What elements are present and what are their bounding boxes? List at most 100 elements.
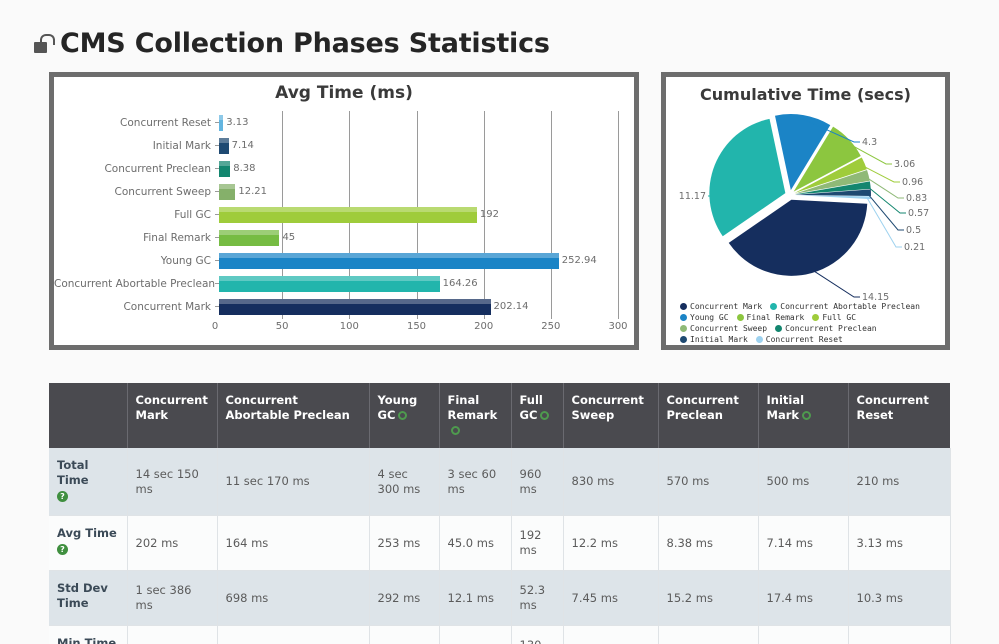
table-row-label: Total Time? — [49, 448, 128, 516]
table-header-cell[interactable]: Concurrent Abortable Preclean — [217, 383, 370, 448]
pie-leader-line — [810, 268, 860, 298]
legend-color-dot — [680, 336, 687, 343]
bar-category-label: Full GC — [174, 208, 211, 221]
legend-color-dot — [770, 303, 778, 310]
legend-line: Concurrent Sweep Concurrent Preclean — [680, 323, 942, 334]
bar[interactable] — [219, 275, 440, 292]
legend-item[interactable]: Young GC — [680, 312, 729, 323]
legend-label: Concurrent Sweep — [690, 324, 768, 333]
pie-leader-line — [866, 197, 902, 248]
bar-chart-row: Concurrent Sweep 12.21 — [54, 180, 634, 203]
bar-chart-row: Concurrent Reset 3.13 — [54, 111, 634, 134]
table-cell: 15.2 ms — [658, 570, 759, 626]
bar-category-label: Concurrent Abortable Preclean — [54, 277, 216, 290]
table-cell: 11 sec 170 ms — [217, 448, 370, 516]
legend-label: Concurrent Mark — [690, 302, 763, 311]
unlock-icon[interactable] — [34, 33, 55, 54]
page-root: CMS Collection Phases Statistics Avg Tim… — [0, 0, 999, 644]
legend-color-dot — [680, 314, 687, 321]
table-header-cell[interactable]: Concurrent Reset — [848, 383, 950, 448]
table-cell: 698 ms — [217, 570, 370, 626]
table-header-corner[interactable] — [49, 383, 128, 448]
bar[interactable] — [219, 160, 231, 177]
legend-item[interactable]: Full GC — [812, 312, 856, 323]
row-label-text: Total Time — [57, 458, 89, 487]
bar[interactable] — [219, 206, 477, 223]
table-header-cell[interactable]: Full GC — [511, 383, 564, 448]
bar-chart-row: Young GC 252.94 — [54, 249, 634, 272]
legend-label: Initial Mark — [690, 335, 748, 344]
table-header-label: Young GC — [377, 393, 418, 422]
table-cell: 960 ms — [511, 448, 564, 516]
pie-chart-title: Cumulative Time (secs) — [700, 85, 911, 104]
bar-chart-rows: Concurrent Reset 3.13 Initial Mark 7.14 Conc… — [54, 111, 634, 319]
legend-item[interactable]: Concurrent Sweep — [680, 323, 767, 334]
legend-item[interactable]: Initial Mark — [680, 334, 748, 345]
table-header-label: Final Remark — [447, 393, 498, 422]
table-row: Avg Time? 202 ms 164 ms 253 ms 45.0 ms 192 ms… — [49, 515, 951, 571]
legend-item[interactable]: Concurrent Reset — [755, 334, 843, 345]
legend-color-dot — [680, 303, 687, 310]
legend-item[interactable]: Final Remark — [736, 312, 804, 323]
bar-chart-x-axis: 0 50 100 150 200 250 300 — [212, 319, 628, 337]
x-axis-tick-label: 250 — [541, 321, 561, 332]
legend-color-dot — [736, 314, 744, 321]
bar-track: 202.14 — [219, 295, 634, 318]
table-row-label: Min Time? — [49, 625, 128, 644]
table-cell: 52.3 ms — [511, 570, 564, 626]
page-title: CMS Collection Phases Statistics — [60, 28, 550, 59]
table-header-cell[interactable]: Concurrent Preclean — [658, 383, 759, 448]
legend-color-dot — [812, 314, 820, 321]
bar[interactable] — [219, 137, 229, 154]
legend-label: Young GC — [690, 313, 729, 322]
bar[interactable] — [219, 298, 491, 315]
bar-chart-row: Concurrent Mark 202.14 — [54, 295, 634, 318]
stop-the-world-indicator-icon — [802, 411, 812, 420]
table-cell: 500 ms — [758, 448, 849, 516]
bar[interactable] — [219, 252, 559, 269]
pie-value-label: 0.57 — [908, 208, 929, 219]
bar-chart-row: Full GC 192 — [54, 203, 634, 226]
bar-category-label: Final Remark — [143, 231, 211, 244]
table-cell: 0 — [658, 625, 759, 644]
bar[interactable] — [219, 229, 280, 246]
bar-chart-row: Concurrent Preclean 8.38 — [54, 157, 634, 180]
bar-chart-row: Concurrent Abortable Preclean 164.26 — [54, 272, 634, 295]
table-header-cell[interactable]: Initial Mark — [758, 383, 849, 448]
legend-item[interactable]: Concurrent Preclean — [775, 323, 877, 334]
legend-item[interactable]: Concurrent Abortable Preclean — [770, 301, 920, 312]
statistics-table-wrapper: Concurrent Mark Concurrent Abortable Prec… — [49, 383, 951, 644]
table-header-cell[interactable]: Final Remark — [439, 383, 512, 448]
bar-value-label: 7.14 — [231, 140, 254, 151]
help-icon[interactable]: ? — [57, 544, 68, 555]
cumulative-time-pie-chart-panel: Cumulative Time (secs) 14.15 11.17 4.3 3.06… — [661, 72, 950, 350]
bar-track: 252.94 — [219, 249, 634, 272]
table-header-label: Concurrent Abortable Preclean — [225, 393, 350, 422]
table-header-cell[interactable]: Young GC — [369, 383, 440, 448]
table-header-cell[interactable]: Concurrent Mark — [127, 383, 218, 448]
bar[interactable] — [219, 183, 236, 200]
bar-track: 12.21 — [219, 180, 634, 203]
row-label-text: Min Time — [57, 636, 117, 644]
table-header-row: Concurrent Mark Concurrent Abortable Prec… — [49, 383, 950, 448]
table-row-label: Avg Time? — [49, 515, 128, 571]
legend-item[interactable]: Concurrent Mark — [680, 301, 762, 312]
row-label-text: Std Dev Time — [57, 581, 108, 610]
pie-value-label: 0.96 — [902, 177, 923, 188]
table-cell: 14 sec 150 ms — [127, 448, 218, 516]
help-icon[interactable]: ? — [57, 491, 68, 502]
table-cell: 164 ms — [217, 515, 370, 571]
legend-color-dot — [775, 325, 783, 332]
avg-time-bar-chart-panel: Avg Time (ms) Concurrent Reset 3.13 Initia… — [49, 72, 639, 350]
stop-the-world-indicator-icon — [540, 411, 550, 420]
page-title-row: CMS Collection Phases Statistics — [34, 28, 550, 59]
bar-category-label: Initial Mark — [152, 139, 211, 152]
bar-value-label: 202.14 — [493, 301, 529, 312]
table-header-cell[interactable]: Concurrent Sweep — [563, 383, 659, 448]
pie-value-label: 0.5 — [906, 225, 921, 236]
bar[interactable] — [219, 114, 224, 131]
table-row: Std Dev Time 1 sec 386 ms 698 ms 292 ms 12.1… — [49, 570, 951, 626]
table-cell: 12.1 ms — [439, 570, 512, 626]
stop-the-world-indicator-icon — [398, 411, 408, 420]
x-axis-tick-label: 150 — [406, 321, 427, 332]
